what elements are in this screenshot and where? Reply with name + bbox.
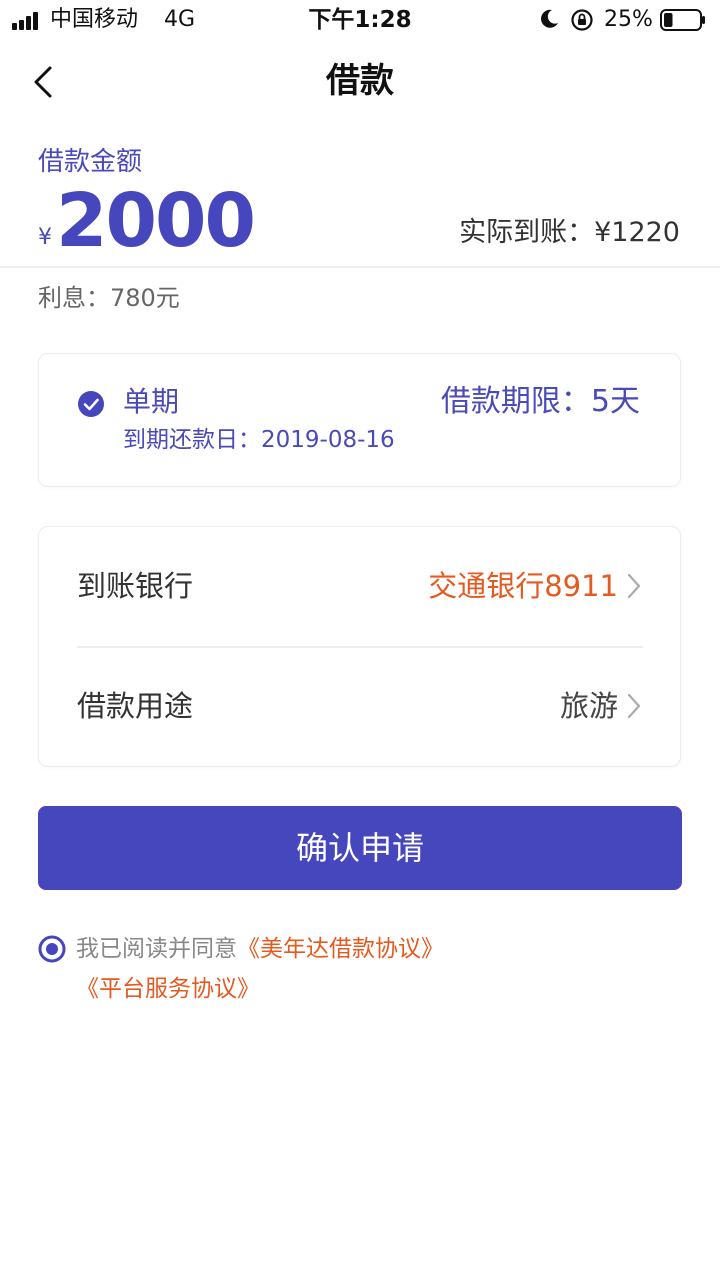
due-date-text: 到期还款日：2019-08-16 [123,427,395,453]
loan-page: 中国移动 4G 下午1:28 25% 借款 借款金额 ¥ 2000 实际到账：¥… [0,0,720,1280]
loan-purpose-value: 旅游 [559,689,618,723]
term-limit-text: 借款期限：5天 [440,384,640,419]
agreement-text: 我已阅读并同意《美年达借款协议》 [76,932,444,966]
receiving-bank-value: 交通银行8911 [428,569,618,603]
currency-symbol: ¥ [38,225,52,250]
radio-selected-icon[interactable] [38,935,66,963]
check-circle-icon[interactable] [77,390,105,418]
loan-amount-value: 2000 [56,178,256,264]
rotation-lock-icon [571,9,593,31]
options-card: 到账银行 交通银行8911 借款用途 旅游 [38,526,681,767]
loan-purpose-row[interactable]: 借款用途 旅游 [39,647,680,767]
interest-text: 利息：780元 [38,284,180,312]
term-type-label: 单期 [123,385,180,418]
confirm-apply-button[interactable]: 确认申请 [38,806,682,890]
receiving-bank-row[interactable]: 到账银行 交通银行8911 [39,527,680,648]
page-title: 借款 [326,61,394,101]
status-bar: 中国移动 4G 下午1:28 25% [0,0,720,40]
loan-amount-label: 借款金额 [38,147,143,177]
loan-agreement-link[interactable]: 《美年达借款协议》 [237,936,444,962]
divider [0,266,720,268]
term-card[interactable]: 单期 到期还款日：2019-08-16 借款期限：5天 [38,353,681,487]
receiving-bank-label: 到账银行 [77,569,194,603]
actual-received-amount: 实际到账：¥1220 [459,217,680,248]
platform-service-agreement-link[interactable]: 《平台服务协议》 [76,972,260,1006]
agreement-prefix: 我已阅读并同意 [76,936,237,962]
loan-purpose-label: 借款用途 [77,689,194,723]
chevron-right-icon [627,693,641,719]
battery-percent: 25% [604,7,653,32]
moon-icon [541,9,558,28]
battery-icon [660,9,705,31]
chevron-right-icon [627,573,641,599]
